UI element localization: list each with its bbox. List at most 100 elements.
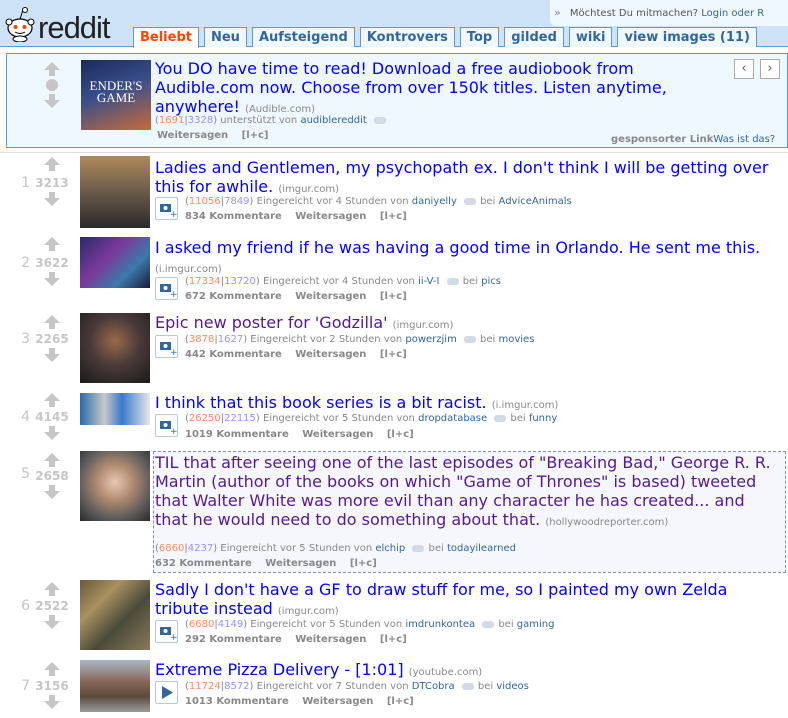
downvote-arrow-icon[interactable] [44,426,60,440]
shortcut-button[interactable]: [l+c] [380,634,407,645]
sponsored-title[interactable]: You DO have time to read! Download a fre… [155,59,715,119]
upvote-arrow-icon[interactable] [44,582,60,596]
post-title[interactable]: I think that this book series is a bit r… [155,393,775,415]
image-expand-button[interactable]: + [155,197,178,220]
post-domain[interactable]: (hollywoodreporter.com) [545,517,668,528]
shortcut-button[interactable]: [l+c] [380,211,407,222]
author-link[interactable]: imdrunkontea [405,619,475,630]
share-button[interactable]: Weitersagen [295,349,366,360]
shortcut-button[interactable]: [l+c] [380,291,407,302]
share-button[interactable]: Weitersagen [302,429,373,440]
author-link[interactable]: powerzjim [405,334,456,345]
subreddit-link[interactable]: pics [481,276,501,287]
tab-neu[interactable]: Neu [203,27,247,47]
post-thumbnail[interactable] [80,237,150,288]
author-link[interactable]: elchip [375,543,405,554]
upvote-arrow-icon[interactable] [44,315,60,329]
tab-wiki[interactable]: wiki [568,27,613,47]
post-title-text[interactable]: Epic new poster for 'Godzilla' [155,313,388,332]
post-title-text[interactable]: Sadly I don't have a GF to draw stuff fo… [155,580,727,618]
post-title-text[interactable]: TIL that after seeing one of the last ep… [155,453,771,529]
post-domain[interactable]: (i.imgur.com) [155,264,222,275]
post-thumbnail[interactable] [80,660,150,712]
upvote-arrow-icon[interactable] [44,237,60,251]
post-domain[interactable]: (imgur.com) [393,320,454,331]
post-thumbnail[interactable] [80,313,150,383]
message-icon[interactable] [464,197,477,205]
author-link[interactable]: DTCobra [412,681,455,692]
login-link[interactable]: Login oder R [701,8,764,19]
subreddit-link[interactable]: gaming [517,619,555,630]
sponsor-prev-button[interactable]: ‹ [734,59,754,79]
image-expand-button[interactable]: + [155,414,178,437]
reddit-logo[interactable]: reddit [3,4,115,45]
post-title[interactable]: Extreme Pizza Delivery - [1:01] (youtube… [155,660,775,682]
subreddit-link[interactable]: AdviceAnimals [499,196,572,207]
tab-aufsteigend[interactable]: Aufsteigend [251,27,355,47]
message-icon[interactable] [373,116,386,124]
downvote-arrow-icon[interactable] [44,615,60,629]
sponsor-next-button[interactable]: › [760,59,780,79]
subreddit-link[interactable]: funny [529,413,557,424]
author-link[interactable]: audiblereddit [300,115,366,126]
post-thumbnail[interactable] [80,156,150,228]
comments-button[interactable]: 292 Kommentare [185,634,282,645]
message-icon[interactable] [494,414,507,422]
share-button[interactable]: Weitersagen [295,211,366,222]
image-expand-button[interactable]: + [155,277,178,300]
post-title[interactable]: TIL that after seeing one of the last ep… [155,453,780,532]
comments-button[interactable]: 442 Kommentare [185,349,282,360]
message-icon[interactable] [482,620,495,628]
share-button[interactable]: Weitersagen [157,130,228,141]
share-button[interactable]: Weitersagen [295,291,366,302]
tab-gilded[interactable]: gilded [504,27,564,47]
shortcut-button[interactable]: [l+c] [350,558,377,569]
sponsored-domain[interactable]: (Audible.com) [245,104,315,115]
comments-button[interactable]: 834 Kommentare [185,211,282,222]
upvote-arrow-icon[interactable] [44,393,60,407]
author-link[interactable]: ii-V-I [418,276,439,287]
downvote-arrow-icon[interactable] [44,695,60,709]
author-link[interactable]: dropdatabase [418,413,487,424]
downvote-arrow-icon[interactable] [44,192,60,206]
share-button[interactable]: Weitersagen [265,558,336,569]
whatis-link[interactable]: Was ist das? [713,134,775,145]
post-thumbnail[interactable] [80,580,150,650]
comments-button[interactable]: 672 Kommentare [185,291,282,302]
post-title[interactable]: Ladies and Gentlemen, my psychopath ex. … [155,158,775,199]
post-title-text[interactable]: Extreme Pizza Delivery - [1:01] [155,660,404,679]
tab-view-images[interactable]: view images (11) [617,27,757,47]
post-domain[interactable]: (youtube.com) [409,667,482,678]
downvote-arrow-icon[interactable] [44,485,60,499]
sponsored-title-text[interactable]: You DO have time to read! Download a fre… [155,59,667,116]
share-button[interactable]: Weitersagen [302,696,373,707]
message-icon[interactable] [464,335,477,343]
post-domain[interactable]: (i.imgur.com) [492,400,559,411]
post-thumbnail[interactable] [80,393,150,425]
message-icon[interactable] [446,277,459,285]
post-thumbnail[interactable] [80,451,150,521]
share-button[interactable]: Weitersagen [295,634,366,645]
message-icon[interactable] [461,682,474,690]
post-title[interactable]: Sadly I don't have a GF to draw stuff fo… [155,580,775,621]
image-expand-button[interactable]: + [155,620,178,643]
downvote-arrow-icon[interactable] [44,94,60,108]
image-expand-button[interactable]: + [155,335,178,358]
subreddit-link[interactable]: movies [499,334,535,345]
upvote-arrow-icon[interactable] [44,62,60,76]
subreddit-link[interactable]: todayilearned [447,543,516,554]
downvote-arrow-icon[interactable] [44,348,60,362]
comments-button[interactable]: 632 Kommentare [155,558,252,569]
shortcut-button[interactable]: [l+c] [387,429,414,440]
upvote-arrow-icon[interactable] [44,662,60,676]
sponsored-thumbnail[interactable]: ENDER'S GAME [81,60,151,130]
upvote-arrow-icon[interactable] [44,157,60,171]
tab-beliebt[interactable]: Beliebt [133,27,199,48]
shortcut-button[interactable]: [l+c] [387,696,414,707]
shortcut-button[interactable]: [l+c] [242,130,269,141]
post-title-text[interactable]: Ladies and Gentlemen, my psychopath ex. … [155,158,768,196]
collapse-chevron-icon[interactable]: » [554,6,561,19]
comments-button[interactable]: 1013 Kommentare [185,696,289,707]
post-domain[interactable]: (imgur.com) [278,606,339,617]
post-domain[interactable]: (imgur.com) [278,184,339,195]
